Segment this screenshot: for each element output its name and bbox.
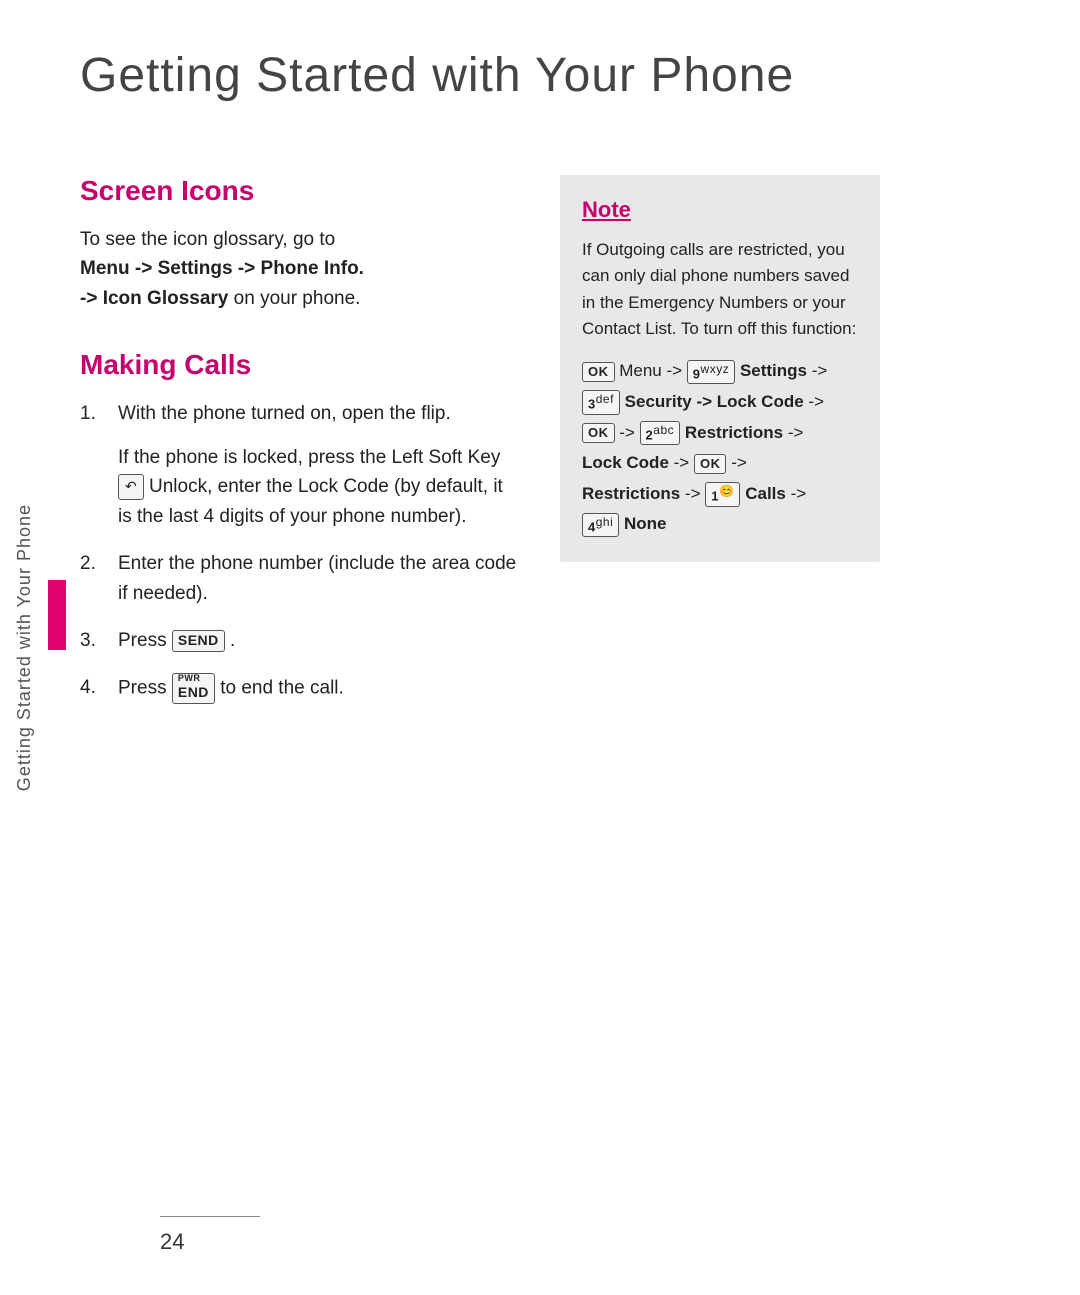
step-1-text: With the phone turned on, open the flip. xyxy=(118,403,451,424)
step-4-body: Press PWREND to end the call. xyxy=(118,673,520,704)
note-nav-line4: Lock Code -> OK -> xyxy=(582,448,858,479)
soft-key-icon: ↶ xyxy=(118,474,144,500)
step-3-num: 3. xyxy=(80,626,108,655)
note-nav-none: None xyxy=(624,514,667,533)
step-4-num: 4. xyxy=(80,673,108,704)
right-column: Note If Outgoing calls are restricted, y… xyxy=(560,175,880,722)
main-content: Getting Started with Your Phone Screen I… xyxy=(80,0,1080,1295)
note-heading: Note xyxy=(582,197,858,223)
note-nav-line5: Restrictions -> 1😊 Calls -> xyxy=(582,479,858,510)
left-column: Screen Icons To see the icon glossary, g… xyxy=(80,175,520,722)
note-nav-menu: Menu -> xyxy=(619,361,687,380)
side-label-text: Getting Started with Your Phone xyxy=(14,504,35,791)
note-body-text: If Outgoing calls are restricted, you ca… xyxy=(582,237,858,342)
screen-icons-body: To see the icon glossary, go to Menu -> … xyxy=(80,225,520,313)
screen-icons-body-text: To see the icon glossary, go to xyxy=(80,229,335,250)
step-4: 4. Press PWREND to end the call. xyxy=(80,673,520,704)
step-2: 2. Enter the phone number (include the a… xyxy=(80,549,520,608)
page-number-area: 24 xyxy=(160,1216,1040,1255)
step-3-body: Press SEND . xyxy=(118,626,520,655)
step-3: 3. Press SEND . xyxy=(80,626,520,655)
note-nav-lockcode: Lock Code -> xyxy=(582,453,694,472)
note-nav-line6: 4ghi None xyxy=(582,509,858,540)
step-1-body: With the phone turned on, open the flip.… xyxy=(118,399,520,531)
note-nav-line3: OK -> 2abc Restrictions -> xyxy=(582,418,858,449)
page-title: Getting Started with Your Phone xyxy=(80,0,1080,139)
screen-icons-nav2: -> Icon Glossary xyxy=(80,288,228,309)
note-box: Note If Outgoing calls are restricted, y… xyxy=(560,175,880,562)
step-1: 1. With the phone turned on, open the fl… xyxy=(80,399,520,531)
three-key: 3def xyxy=(582,390,620,415)
screen-icons-nav1: Menu -> Settings -> Phone Info. xyxy=(80,258,364,279)
note-nav-line1: OK Menu -> 9wxyz Settings -> xyxy=(582,356,858,387)
step-4-suffix: to end the call. xyxy=(220,678,344,699)
note-nav-settings: Settings -> xyxy=(740,361,827,380)
step-1-num: 1. xyxy=(80,399,108,531)
step-1-sub: If the phone is locked, press the Left S… xyxy=(118,443,520,531)
page-number: 24 xyxy=(160,1229,184,1254)
send-key: SEND xyxy=(172,630,225,652)
ok-key-3: OK xyxy=(694,454,727,474)
note-nav: OK Menu -> 9wxyz Settings -> 3def Securi… xyxy=(582,356,858,540)
step-2-body: Enter the phone number (include the area… xyxy=(118,549,520,608)
side-label: Getting Started with Your Phone xyxy=(0,0,48,1295)
note-nav-restrictions2: Restrictions -> xyxy=(582,484,705,503)
note-nav-arrow2: -> xyxy=(731,453,747,472)
making-calls-section: Making Calls 1. With the phone turned on… xyxy=(80,349,520,704)
accent-bar xyxy=(48,580,66,650)
end-key: PWREND xyxy=(172,673,215,704)
screen-icons-section: Screen Icons To see the icon glossary, g… xyxy=(80,175,520,313)
ok-key-2: OK xyxy=(582,423,615,443)
two-column-layout: Screen Icons To see the icon glossary, g… xyxy=(80,139,1080,722)
step-2-num: 2. xyxy=(80,549,108,608)
note-nav-security: Security -> Lock Code -> xyxy=(625,392,824,411)
screen-icons-heading: Screen Icons xyxy=(80,175,520,207)
ok-key-1: OK xyxy=(582,362,615,382)
step-3-suffix: . xyxy=(230,630,235,651)
note-nav-line2: 3def Security -> Lock Code -> xyxy=(582,387,858,418)
step-2-text: Enter the phone number (include the area… xyxy=(118,553,516,603)
one-key: 1😊 xyxy=(705,482,740,507)
two-key: 2abc xyxy=(640,421,681,446)
step-3-prefix: Press xyxy=(118,630,172,651)
screen-icons-nav-suffix: on your phone. xyxy=(234,288,361,309)
note-nav-arrow1: -> xyxy=(619,423,639,442)
four-key: 4ghi xyxy=(582,513,619,538)
nine-key: 9wxyz xyxy=(687,360,735,385)
page-divider xyxy=(160,1216,260,1217)
note-nav-calls: Calls -> xyxy=(745,484,806,503)
step-4-prefix: Press xyxy=(118,678,172,699)
making-calls-heading: Making Calls xyxy=(80,349,520,381)
note-nav-restrictions1: Restrictions -> xyxy=(685,423,804,442)
